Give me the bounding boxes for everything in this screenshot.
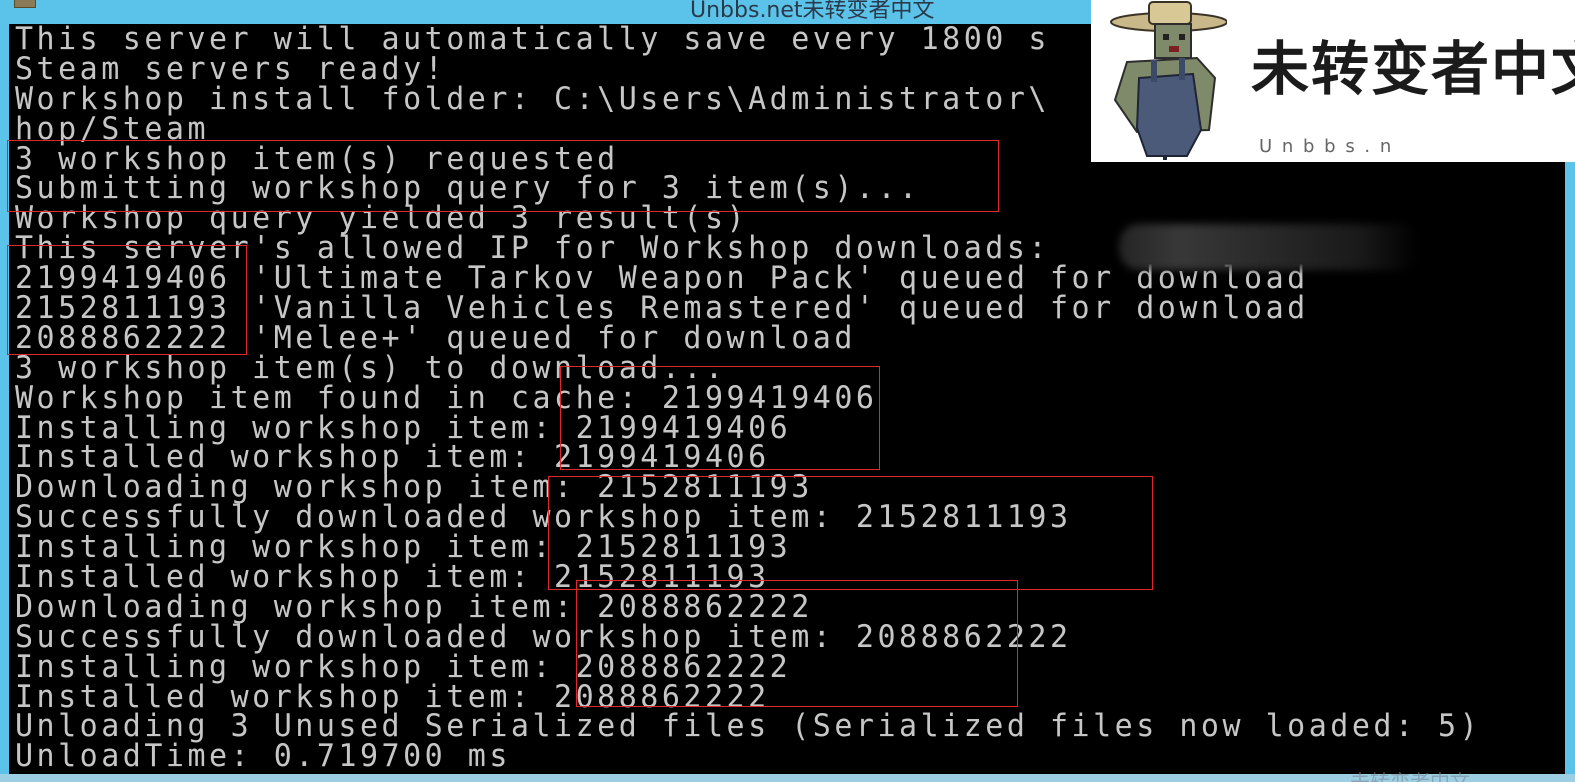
console-line: UnloadTime: 0.719700 ms [15, 738, 511, 774]
watermark-logo: 未转变者中文 U n b b s . n [1091, 0, 1575, 162]
app-icon [14, 0, 36, 8]
ghost-watermark-text: 未转变者中文 [1350, 770, 1470, 782]
watermark-title: 未转变者中文 [1251, 35, 1575, 103]
watermark-subtitle: U n b b s . n [1259, 136, 1394, 157]
window-bottom-border [0, 774, 1575, 782]
censored-ip-blur [1119, 224, 1419, 270]
desktop: Unbbs.net未转变者中文 This server will automat… [0, 0, 1575, 782]
window-title: Unbbs.net未转变者中文 [690, 0, 935, 23]
farmer-character-icon [1110, 1, 1227, 160]
